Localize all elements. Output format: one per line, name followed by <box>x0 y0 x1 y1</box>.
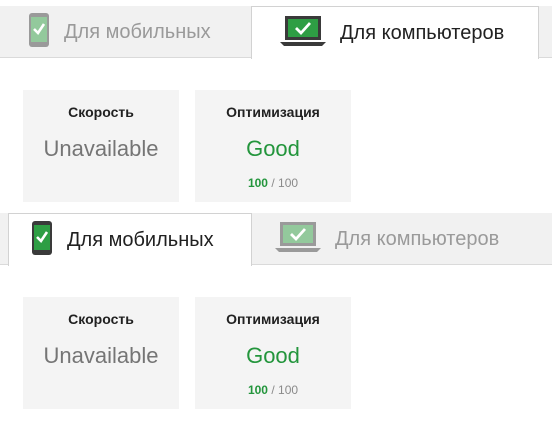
tab-mobile-label: Для мобильных <box>67 228 214 251</box>
report-panel-mobile: Для мобильных Для компьютеров Скорость U… <box>0 213 552 413</box>
device-tab-bar: Для мобильных Для компьютеров <box>0 213 552 266</box>
laptop-icon <box>280 15 326 52</box>
score-max: 100 <box>278 176 299 190</box>
score-value: 100 <box>247 176 268 190</box>
speed-value: Unavailable <box>43 136 159 161</box>
tab-mobile[interactable]: Для мобильных <box>28 6 248 58</box>
speed-card: Скорость Unavailable <box>23 297 179 409</box>
score-separator: / <box>271 383 275 397</box>
optimization-title: Оптимизация <box>226 104 320 120</box>
device-tab-bar: Для мобильных Для компьютеров <box>0 6 552 59</box>
speed-title: Скорость <box>68 104 134 120</box>
optimization-title: Оптимизация <box>226 311 320 327</box>
tab-desktop-label: Для компьютеров <box>335 227 500 250</box>
smartphone-icon <box>31 220 53 261</box>
speed-value: Unavailable <box>43 343 159 368</box>
optimization-score: 100 / 100 <box>195 176 351 190</box>
score-max: 100 <box>278 383 299 397</box>
score-separator: / <box>271 176 275 190</box>
score-value: 100 <box>247 383 268 397</box>
optimization-score: 100 / 100 <box>195 383 351 397</box>
tab-mobile[interactable]: Для мобильных <box>8 213 252 266</box>
report-panel-desktop: Для мобильных Для компьютеров Скорость U… <box>0 6 552 206</box>
tab-desktop[interactable]: Для компьютеров <box>251 6 539 59</box>
smartphone-icon <box>28 12 50 53</box>
optimization-value: Good <box>246 136 300 161</box>
optimization-card: Оптимизация Good 100 / 100 <box>195 297 351 409</box>
speed-card: Скорость Unavailable <box>23 90 179 202</box>
tab-mobile-label: Для мобильных <box>64 20 211 43</box>
tab-desktop-label: Для компьютеров <box>340 21 505 44</box>
optimization-value: Good <box>246 343 300 368</box>
tab-desktop[interactable]: Для компьютеров <box>275 213 545 265</box>
optimization-card: Оптимизация Good 100 / 100 <box>195 90 351 202</box>
laptop-icon <box>275 221 321 258</box>
speed-title: Скорость <box>68 311 134 327</box>
